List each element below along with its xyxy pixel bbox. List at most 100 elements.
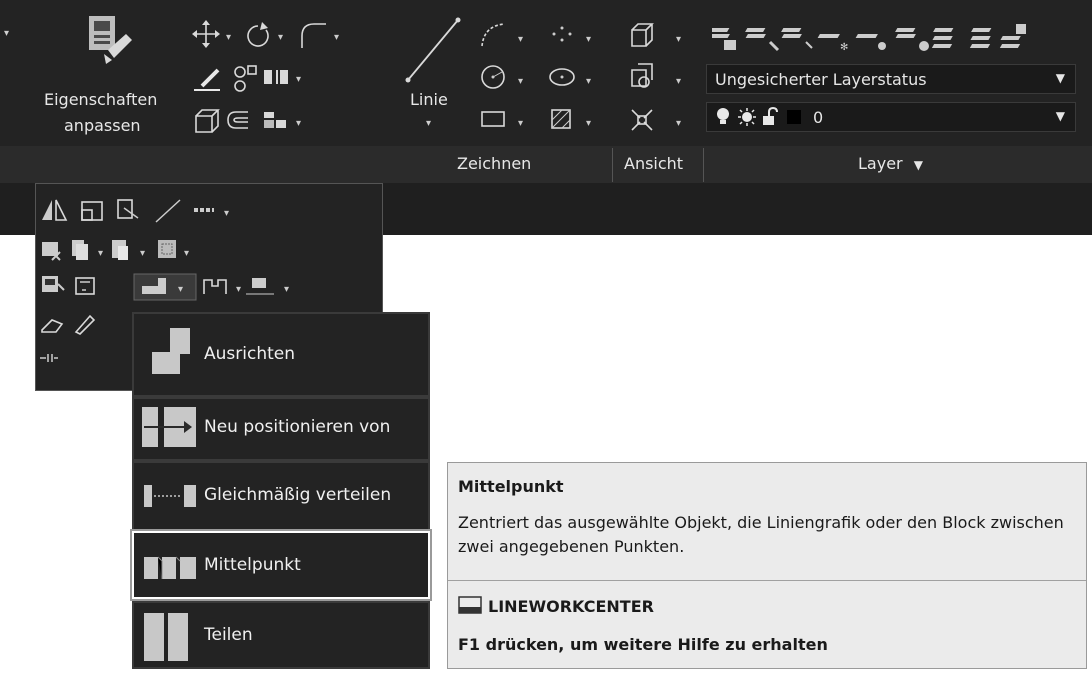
group-label-view[interactable]: Ansicht [624, 154, 683, 173]
view-tools-group[interactable]: ▾ ▾ ▾ [628, 20, 698, 140]
layer-lock-icon [895, 28, 929, 51]
layer-unlock-icon [763, 107, 778, 125]
svg-text:▾: ▾ [676, 34, 681, 45]
properties-label-line2: anpassen [64, 116, 141, 135]
layer-merge-icon [931, 28, 954, 48]
fillet-icon [301, 23, 326, 48]
svg-text:▾: ▾ [278, 32, 283, 43]
match-properties-button[interactable]: Eigenschaften anpassen [40, 12, 180, 142]
layer-state-value: Ungesicherter Layerstatus [715, 69, 927, 89]
trim-icon [194, 68, 220, 91]
layer-state-dropdown[interactable]: Ungesicherter Layerstatus ▼ [706, 64, 1076, 94]
group-label-layer[interactable]: Layer ▼ [858, 154, 923, 173]
svg-text:▾: ▾ [236, 284, 241, 295]
flyout-label-reposition: Neu positionieren von [204, 417, 391, 437]
copy-icon [234, 65, 257, 92]
block-icon [158, 240, 176, 258]
line-icon [405, 17, 461, 83]
svg-text:▾: ▾ [676, 118, 681, 129]
tooltip-description: Zentriert das ausgewählte Objekt, die Li… [458, 513, 1064, 556]
point-icon [552, 26, 572, 42]
copy-clipboard-icon [72, 240, 88, 260]
cut-icon [42, 242, 61, 261]
midpoint-icon [144, 556, 196, 579]
flyout-label-split: Teilen [204, 625, 253, 645]
edit-pen-icon [74, 314, 96, 335]
mirror-triangle-icon [42, 199, 68, 221]
align-icon [152, 328, 190, 374]
group-label-draw[interactable]: Zeichnen [457, 154, 531, 173]
scale-icon [81, 201, 103, 221]
svg-text:▾: ▾ [284, 284, 289, 295]
mirror-icon [264, 70, 288, 84]
ellipse-icon [549, 68, 575, 86]
line-button[interactable]: Linie ▾ [398, 12, 468, 142]
command-line-icon [458, 596, 482, 614]
svg-text:▾: ▾ [518, 118, 523, 129]
tooltip-command: LINEWORKCENTER [488, 597, 654, 616]
paste-icon [112, 240, 128, 260]
distribute-evenly-icon [144, 485, 196, 507]
svg-text:▾: ▾ [98, 248, 103, 259]
zoom-extents-icon [631, 109, 653, 131]
layer-status-icons [717, 107, 801, 126]
svg-text:▾: ▾ [296, 74, 301, 85]
flyout-label-align: Ausrichten [204, 344, 295, 364]
layer-change-icon [781, 28, 813, 49]
layer-properties-icon [712, 28, 736, 50]
layer-on-bulb-icon [717, 108, 729, 124]
flyout-label-distribute: Gleichmäßig verteilen [204, 485, 392, 505]
wall-icon [203, 279, 227, 294]
export-layout-icon [42, 276, 65, 292]
match-properties-icon [89, 16, 132, 64]
split-icon [144, 613, 188, 661]
flyout-item-split[interactable]: Teilen [132, 601, 430, 669]
tooltip-help: F1 drücken, um weitere Hilfe zu erhalten [458, 635, 828, 654]
flyout-item-align[interactable]: Ausrichten [132, 312, 430, 397]
svg-text:▾: ▾ [226, 32, 231, 43]
svg-text:▾: ▾ [676, 76, 681, 87]
hatch-icon [551, 109, 571, 129]
svg-text:▾: ▾ [224, 208, 229, 219]
offset-icon [227, 111, 248, 129]
extend-line-icon [155, 199, 181, 223]
move-icon [192, 20, 220, 48]
svg-text:▾: ▾ [518, 34, 523, 45]
rectangle-icon [481, 111, 505, 127]
svg-text:▾: ▾ [518, 76, 523, 87]
svg-text:▾: ▾ [586, 34, 591, 45]
svg-text:▾: ▾ [178, 284, 183, 295]
layer-thaw-sun-icon [738, 108, 756, 126]
chevron-down-icon: ▼ [913, 158, 923, 172]
svg-text:▾: ▾ [586, 118, 591, 129]
tooltip: Mittelpunkt Zentriert das ausgewählte Ob… [447, 462, 1087, 669]
layer-tools-row[interactable]: ✻ [712, 20, 1092, 60]
ribbon-group-label-bar [0, 146, 1092, 183]
flyout-item-midpoint[interactable]: Mittelpunkt [132, 531, 430, 599]
reposition-icon [142, 407, 196, 447]
break-icon [40, 354, 58, 362]
tooltip-title: Mittelpunkt [458, 477, 564, 496]
arc-icon [481, 23, 505, 47]
draw-tools-group[interactable]: ▾ ▾ ▾ ▾ ▾ ▾ [478, 20, 618, 140]
svg-text:▾: ▾ [334, 32, 339, 43]
layer-walk-icon [969, 28, 992, 48]
layer-previous-icon [999, 24, 1026, 48]
array-icon [264, 112, 286, 128]
svg-text:▾: ▾ [184, 248, 189, 259]
flyout-item-distribute[interactable]: Gleichmäßig verteilen [132, 461, 430, 531]
chevron-down-icon: ▼ [1055, 71, 1065, 85]
chevron-down-icon: ▼ [1055, 109, 1065, 123]
tooltip-divider [448, 580, 1086, 581]
dimension-icon [246, 278, 274, 295]
expand-arrow-icon[interactable]: ▾ [4, 28, 9, 39]
flyout-item-reposition[interactable]: Neu positionieren von [132, 397, 430, 461]
current-layer-dropdown[interactable]: 0 ▼ [706, 102, 1076, 132]
circle-icon [481, 65, 505, 89]
properties-label-line1: Eigenschaften [44, 90, 158, 109]
line-dropdown-arrow-icon[interactable]: ▾ [426, 118, 431, 129]
svg-text:✻: ✻ [840, 42, 848, 53]
3d-box-icon [195, 109, 220, 133]
layer-color-swatch [787, 110, 801, 124]
modify-tools-group[interactable]: ▾ ▾ ▾ ▾ ▾ [192, 20, 392, 140]
